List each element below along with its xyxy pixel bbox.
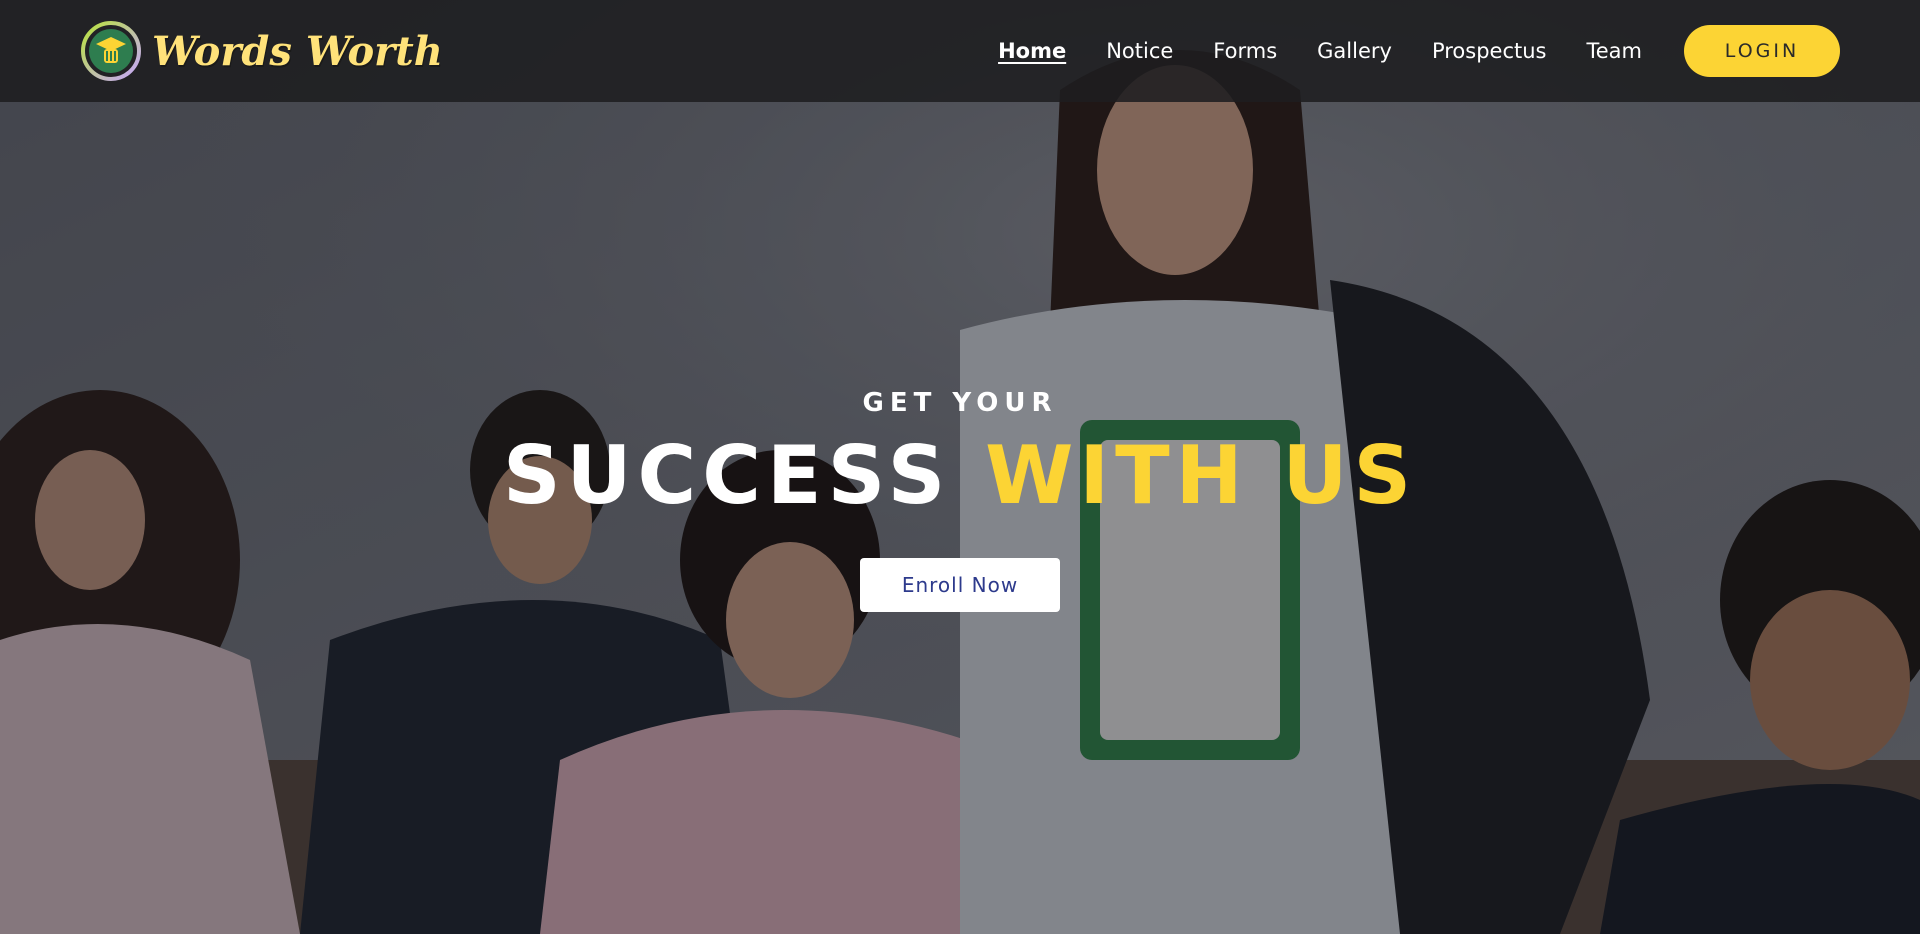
graduation-cap-hand-icon — [81, 21, 141, 81]
hero-title-success: SUCCESS — [502, 429, 952, 522]
brand-home-link[interactable]: Words Worth — [80, 20, 443, 82]
page: Words Worth Home Notice Forms Gallery Pr… — [0, 0, 1920, 934]
nav-forms-link[interactable]: Forms — [1213, 39, 1277, 63]
nav-prospectus-link[interactable]: Prospectus — [1432, 39, 1547, 63]
top-navbar: Words Worth Home Notice Forms Gallery Pr… — [0, 0, 1920, 102]
nav-team-link[interactable]: Team — [1586, 39, 1642, 63]
hero-title: SUCCESS WITH US — [0, 436, 1920, 516]
hero-subtitle: GET YOUR — [862, 388, 1058, 418]
brand-name: Words Worth — [152, 27, 443, 75]
hero-title-with-us: WITH US — [985, 429, 1418, 522]
nav-links: Home Notice Forms Gallery Prospectus Tea… — [998, 39, 1642, 63]
nav-notice-link[interactable]: Notice — [1106, 39, 1173, 63]
hero-section: GET YOUR SUCCESS WITH US Enroll Now — [0, 388, 1920, 612]
enroll-now-button[interactable]: Enroll Now — [860, 558, 1060, 612]
nav-gallery-link[interactable]: Gallery — [1317, 39, 1392, 63]
nav-home-link[interactable]: Home — [998, 39, 1066, 63]
login-button[interactable]: LOGIN — [1684, 25, 1840, 77]
